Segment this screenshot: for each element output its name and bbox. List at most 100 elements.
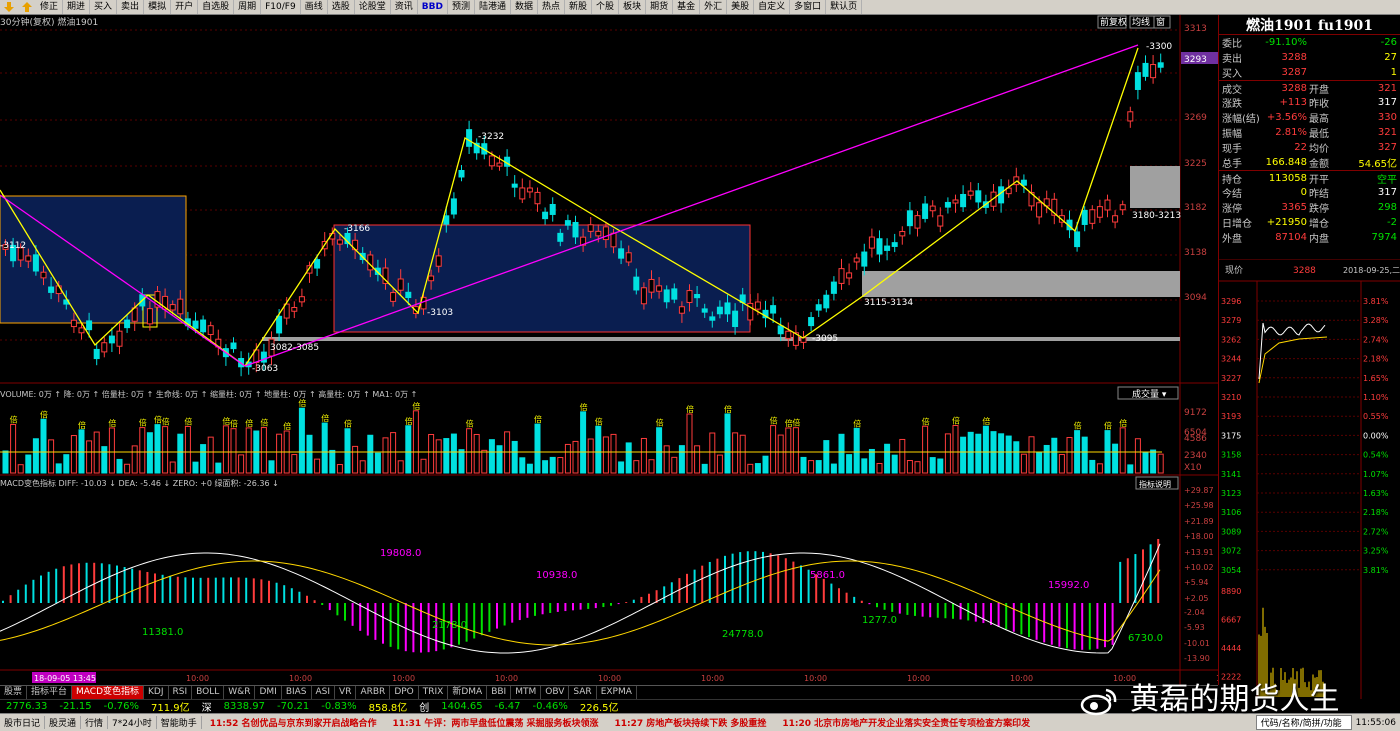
indicator-tab-15[interactable]: BBI bbox=[487, 686, 512, 699]
volume-bar bbox=[473, 433, 480, 474]
candle-body bbox=[716, 306, 723, 315]
indicator-tab-11[interactable]: ARBR bbox=[356, 686, 391, 699]
candle-body bbox=[937, 215, 944, 227]
toolbar-button-7[interactable]: 周期 bbox=[234, 0, 262, 14]
toolbar-button-15[interactable]: 陆港通 bbox=[475, 0, 511, 14]
toolbar-button-10[interactable]: 选股 bbox=[328, 0, 355, 14]
news-ticker-item[interactable]: 11:20 北京市房地产开发企业落实安全责任专项检查方案印发 bbox=[774, 716, 1038, 729]
indicator-tab-9[interactable]: ASI bbox=[312, 686, 336, 699]
chart-area[interactable]: 30分钟(复权) 燃油1901 前复权 均线窗 -3300 -3232 -3166 -311… bbox=[0, 15, 1218, 685]
volume-bar bbox=[770, 425, 777, 474]
candle-body bbox=[298, 296, 305, 303]
toolbar-button-19[interactable]: 个股 bbox=[592, 0, 620, 14]
indicator-tab-5[interactable]: BOLL bbox=[192, 686, 225, 699]
toolbar-button-12[interactable]: 资讯 bbox=[391, 0, 418, 14]
news-ticker-item[interactable]: 11:52 名创优品与京东到家开启战略合作 bbox=[202, 716, 385, 729]
news-ticker-item[interactable]: 11:27 房地产板块持续下跌 多股重挫 bbox=[606, 716, 774, 729]
toolbar-button-6[interactable]: 自选股 bbox=[198, 0, 235, 14]
candle-body bbox=[1142, 62, 1149, 77]
status-button-3[interactable]: 7*24小时 bbox=[108, 716, 157, 729]
toolbar-button-27[interactable]: 默认页 bbox=[826, 0, 863, 14]
forward-arrow-icon[interactable] bbox=[20, 1, 34, 14]
indicator-tab-8[interactable]: BIAS bbox=[282, 686, 312, 699]
quote-l1: 涨跌 bbox=[1222, 99, 1242, 110]
time-axis-tick: 10:00 bbox=[186, 674, 209, 683]
quote-l1: 委比 bbox=[1222, 39, 1242, 50]
indicator-tab-3[interactable]: KDJ bbox=[144, 686, 169, 699]
news-ticker-item[interactable]: 11:31 午评：两市早盘低位震荡 采掘服务板块领涨 bbox=[385, 716, 607, 729]
volume-bar bbox=[671, 456, 678, 474]
toolbar-button-1[interactable]: 期进 bbox=[63, 0, 91, 14]
candle-body bbox=[694, 293, 701, 299]
indicator-tab-4[interactable]: RSI bbox=[169, 686, 193, 699]
kline-chart-canvas[interactable]: 30分钟(复权) 燃油1901 前复权 均线 窗 -3300 -3232 -3166 -311… bbox=[0, 15, 1218, 685]
toolbar-button-20[interactable]: 板块 bbox=[619, 0, 647, 14]
toolbar-button-2[interactable]: 买入 bbox=[90, 0, 118, 14]
toolbar-button-18[interactable]: 新股 bbox=[565, 0, 593, 14]
indicator-tab-16[interactable]: MTM bbox=[511, 686, 542, 699]
toolbar-button-14[interactable]: 预测 bbox=[448, 0, 475, 14]
toolbar-button-4[interactable]: 模拟 bbox=[144, 0, 172, 14]
candle-body bbox=[48, 286, 55, 293]
price-axis-label: 3138 bbox=[1184, 248, 1207, 258]
quote-l2: 增仓 bbox=[1309, 219, 1329, 230]
indicator-tab-19[interactable]: EXPMA bbox=[597, 686, 637, 699]
toolbar-button-17[interactable]: 热点 bbox=[538, 0, 566, 14]
quote-l2: 金额 bbox=[1309, 159, 1329, 170]
indicator-tab-17[interactable]: OBV bbox=[541, 686, 570, 699]
back-arrow-icon[interactable] bbox=[2, 1, 16, 14]
volume-mark: 倍 bbox=[1119, 418, 1127, 428]
indicator-tab-0[interactable]: 股票 bbox=[0, 686, 28, 699]
candle-body bbox=[1089, 209, 1096, 224]
quote-v1: 3287 bbox=[1281, 67, 1307, 78]
indicator-tab-14[interactable]: 新DMA bbox=[448, 686, 488, 699]
toolbar-button-11[interactable]: 论股堂 bbox=[355, 0, 391, 14]
zone-label: 3180-3213 bbox=[1132, 211, 1181, 221]
indicator-tab-12[interactable]: DPO bbox=[390, 686, 419, 699]
indicator-tab-2[interactable]: MACD变色指标 bbox=[72, 686, 145, 699]
status-button-1[interactable]: 股灵通 bbox=[45, 716, 82, 729]
toolbar-button-9[interactable]: 画线 bbox=[301, 0, 328, 14]
candle-body bbox=[32, 254, 39, 272]
volume-bar bbox=[861, 458, 868, 474]
quote-l2: 内盘 bbox=[1309, 234, 1329, 245]
indicator-tab-10[interactable]: VR bbox=[335, 686, 357, 699]
current-price-label: 3293 bbox=[1184, 55, 1207, 65]
toolbar-button-3[interactable]: 卖出 bbox=[117, 0, 145, 14]
candle-body bbox=[511, 183, 518, 188]
indicator-tab-6[interactable]: W&R bbox=[224, 686, 256, 699]
indicator-tab-1[interactable]: 指标平台 bbox=[27, 686, 73, 699]
volume-bar bbox=[238, 454, 245, 474]
volume-bar bbox=[922, 425, 929, 474]
volume-bar bbox=[1096, 463, 1103, 474]
candle-body bbox=[108, 335, 115, 344]
toolbar-button-25[interactable]: 自定义 bbox=[754, 0, 791, 14]
candle-body bbox=[192, 320, 199, 329]
toolbar-button-0[interactable]: 修正 bbox=[36, 0, 64, 14]
volume-bar bbox=[823, 440, 830, 474]
toolbar-button-22[interactable]: 基金 bbox=[673, 0, 701, 14]
macd-area-label: 10938.0 bbox=[536, 570, 577, 581]
quote-v2: 298 bbox=[1377, 202, 1397, 213]
toolbar-button-16[interactable]: 数据 bbox=[511, 0, 539, 14]
indicator-tab-7[interactable]: DMI bbox=[255, 686, 282, 699]
volume-legend: VOLUME: 0万 ↑ 降: 0万 ↑ 倍量柱: 0万 ↑ 生命线: 0万 ↑… bbox=[0, 389, 417, 399]
toolbar-button-13[interactable]: BBD bbox=[418, 0, 448, 14]
toolbar-button-21[interactable]: 期货 bbox=[646, 0, 674, 14]
toolbar-button-8[interactable]: F10/F9 bbox=[261, 0, 301, 14]
toolbar-button-26[interactable]: 多窗口 bbox=[790, 0, 827, 14]
indicator-tab-18[interactable]: SAR bbox=[569, 686, 597, 699]
toolbar-button-5[interactable]: 开户 bbox=[171, 0, 199, 14]
volume-mark: 倍 bbox=[982, 416, 990, 426]
intraday-chart[interactable]: 现价 3288 2018-09-25,二 3296 3279 3262 3244 3227 32… bbox=[1219, 259, 1400, 699]
status-button-2[interactable]: 行情 bbox=[81, 716, 109, 729]
toolbar-button-24[interactable]: 美股 bbox=[727, 0, 755, 14]
status-button-4[interactable]: 智能助手 bbox=[157, 716, 202, 729]
quote-title: 燃油1901 fu1901 bbox=[1219, 15, 1400, 35]
toolbar-button-23[interactable]: 外汇 bbox=[700, 0, 728, 14]
volume-bar bbox=[724, 413, 731, 474]
candle-body bbox=[602, 226, 609, 241]
status-button-0[interactable]: 股市日记 bbox=[0, 716, 46, 729]
peak-label: -3103 bbox=[427, 308, 453, 318]
indicator-tab-13[interactable]: TRIX bbox=[419, 686, 449, 699]
